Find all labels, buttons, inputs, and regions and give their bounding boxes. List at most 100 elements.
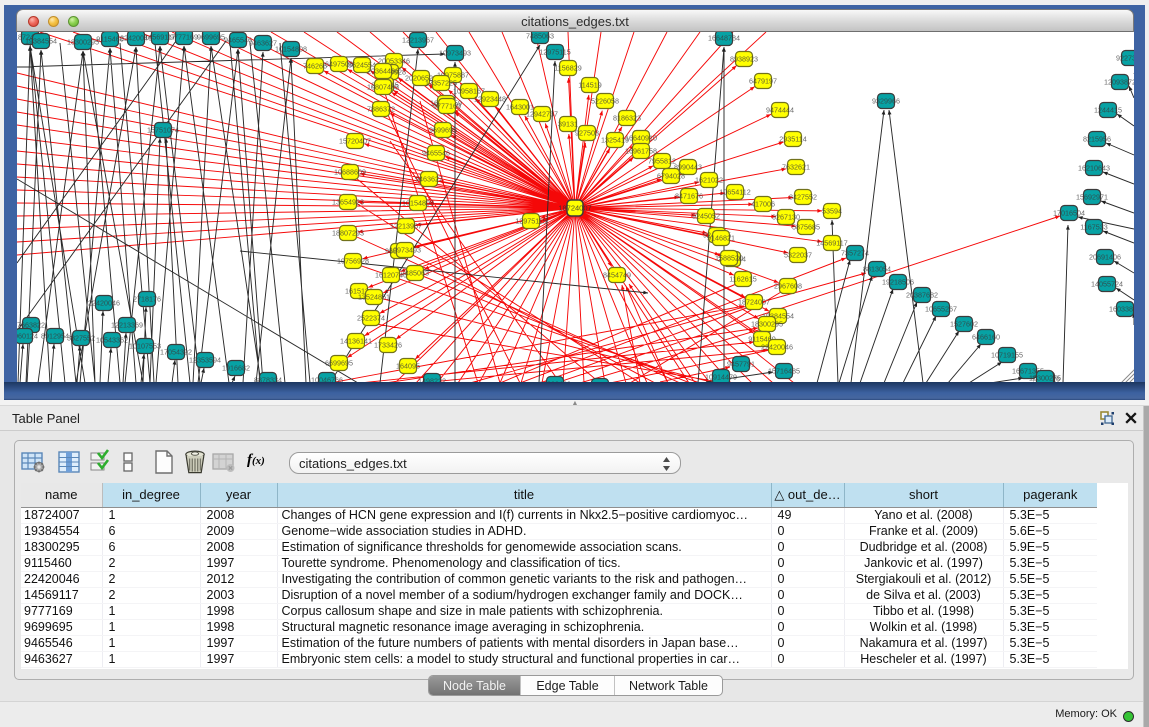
svg-text:16210643: 16210643 — [1078, 163, 1110, 172]
svg-text:1588520: 1588520 — [715, 253, 743, 262]
svg-text:9699695: 9699695 — [429, 125, 457, 134]
svg-text:10654112: 10654112 — [719, 187, 750, 196]
svg-text:10046766: 10046766 — [311, 375, 343, 382]
svg-text:417006: 417006 — [751, 199, 775, 208]
svg-text:9463627: 9463627 — [249, 38, 277, 47]
svg-text:12353594: 12353594 — [189, 355, 221, 364]
svg-text:1244415: 1244415 — [1094, 105, 1122, 114]
svg-text:20387682: 20387682 — [906, 290, 938, 299]
svg-text:9465546: 9465546 — [422, 148, 450, 157]
svg-text:1621022: 1621022 — [695, 175, 723, 184]
svg-text:7485063: 7485063 — [401, 268, 429, 277]
svg-text:9245052: 9245052 — [692, 211, 720, 220]
svg-text:1498222: 1498222 — [418, 376, 446, 382]
svg-text:13524851: 13524851 — [358, 292, 390, 301]
svg-text:5875685: 5875685 — [792, 222, 820, 231]
svg-text:10719155: 10719155 — [991, 350, 1023, 359]
svg-text:6699695: 6699695 — [325, 358, 353, 367]
svg-text:9777169: 9777169 — [433, 101, 461, 110]
svg-text:927503: 927503 — [575, 128, 599, 137]
svg-text:12975115: 12975115 — [515, 216, 546, 225]
svg-text:22420046: 22420046 — [88, 298, 120, 307]
svg-text:2967608: 2967608 — [774, 281, 802, 290]
svg-text:14099489: 14099489 — [539, 379, 571, 382]
svg-text:8454749: 8454749 — [603, 270, 631, 279]
svg-text:9329966: 9329966 — [872, 96, 900, 105]
svg-text:12093872: 12093872 — [1104, 77, 1134, 86]
svg-text:746266: 746266 — [303, 61, 327, 70]
svg-text:10154808: 10154808 — [275, 44, 307, 53]
svg-text:9699695: 9699695 — [197, 32, 225, 41]
svg-text:1167533: 1167533 — [1080, 222, 1107, 231]
svg-text:6794028: 6794028 — [657, 171, 685, 180]
svg-text:12975115: 12975115 — [539, 47, 570, 56]
svg-text:20691406: 20691406 — [1089, 252, 1121, 261]
svg-text:15751074: 15751074 — [147, 125, 179, 134]
svg-text:10154808: 10154808 — [402, 198, 434, 207]
svg-text:10973493: 10973493 — [439, 48, 471, 57]
svg-text:17016504: 17016504 — [1053, 208, 1085, 217]
svg-text:16033809: 16033809 — [1109, 304, 1134, 313]
svg-text:10107553: 10107553 — [129, 341, 161, 350]
svg-text:7625402: 7625402 — [586, 381, 614, 382]
svg-text:8912954: 8912954 — [41, 331, 69, 340]
svg-text:8813054: 8813054 — [863, 264, 891, 273]
svg-text:1162615: 1162615 — [729, 274, 756, 283]
svg-text:9146821: 9146821 — [707, 233, 735, 242]
svg-text:9465546: 9465546 — [224, 35, 252, 44]
svg-text:9227342: 9227342 — [1116, 53, 1134, 62]
svg-text:8471676: 8471676 — [675, 191, 703, 200]
svg-text:8186323: 8186323 — [613, 113, 641, 122]
svg-text:1733426: 1733426 — [374, 340, 402, 349]
svg-text:14569117: 14569117 — [816, 238, 847, 247]
svg-text:1527602: 1527602 — [950, 319, 978, 328]
svg-text:6466160: 6466160 — [972, 332, 1000, 341]
svg-text:18724007: 18724007 — [738, 297, 770, 306]
svg-text:20364486: 20364486 — [367, 66, 399, 75]
svg-text:10807483: 10807483 — [367, 82, 399, 91]
svg-text:6479197: 6479197 — [749, 76, 777, 85]
svg-text:39131: 39131 — [558, 119, 578, 128]
svg-text:18724007: 18724007 — [558, 203, 591, 212]
svg-text:2935114: 2935114 — [779, 134, 806, 143]
svg-text:9463627: 9463627 — [415, 174, 443, 183]
svg-text:9960124: 9960124 — [17, 331, 38, 340]
svg-text:19756928: 19756928 — [337, 256, 369, 265]
svg-text:12942737: 12942737 — [526, 109, 558, 118]
svg-text:3267130: 3267130 — [772, 212, 800, 221]
svg-text:16648784: 16648784 — [708, 33, 740, 42]
svg-text:5322037: 5322037 — [784, 250, 812, 259]
svg-text:7357274: 7357274 — [841, 248, 869, 257]
svg-text:8938923: 8938923 — [730, 54, 758, 63]
svg-text:9474444: 9474444 — [766, 105, 794, 114]
svg-text:7955812: 7955812 — [648, 156, 676, 165]
svg-text:17054392: 17054392 — [160, 347, 192, 356]
svg-text:15692971: 15692971 — [1076, 192, 1108, 201]
svg-text:22420046: 22420046 — [761, 342, 793, 351]
svg-text:8878334: 8878334 — [254, 375, 282, 382]
svg-text:14055724: 14055724 — [1091, 279, 1123, 288]
svg-text:8427552: 8427552 — [789, 192, 817, 201]
svg-text:16961758: 16961758 — [625, 146, 657, 155]
svg-text:14136141: 14136141 — [340, 336, 372, 345]
svg-text:9777169: 9777169 — [170, 32, 198, 41]
svg-text:1916682: 1916682 — [222, 363, 250, 372]
svg-text:3827552: 3827552 — [67, 333, 95, 342]
svg-text:18300295: 18300295 — [751, 319, 783, 328]
svg-text:164095: 164095 — [396, 361, 420, 370]
svg-text:12923448: 12923448 — [474, 94, 506, 103]
svg-text:13654923: 13654923 — [332, 197, 364, 206]
svg-text:19218506: 19218506 — [882, 277, 914, 286]
svg-text:12213967: 12213967 — [390, 221, 422, 230]
svg-text:9457791: 9457791 — [727, 359, 755, 368]
svg-text:114519: 114519 — [578, 80, 601, 89]
svg-text:7485063: 7485063 — [526, 32, 554, 41]
svg-text:10688609: 10688609 — [334, 167, 366, 176]
svg-text:8215956: 8215956 — [1083, 134, 1111, 143]
svg-text:53594: 53594 — [822, 206, 842, 215]
svg-text:15300275: 15300275 — [1029, 373, 1061, 382]
svg-text:15716485: 15716485 — [768, 366, 800, 375]
svg-text:16640910: 16640910 — [625, 133, 657, 142]
svg-text:5226058: 5226058 — [591, 96, 619, 105]
svg-text:15720407: 15720407 — [339, 136, 371, 145]
